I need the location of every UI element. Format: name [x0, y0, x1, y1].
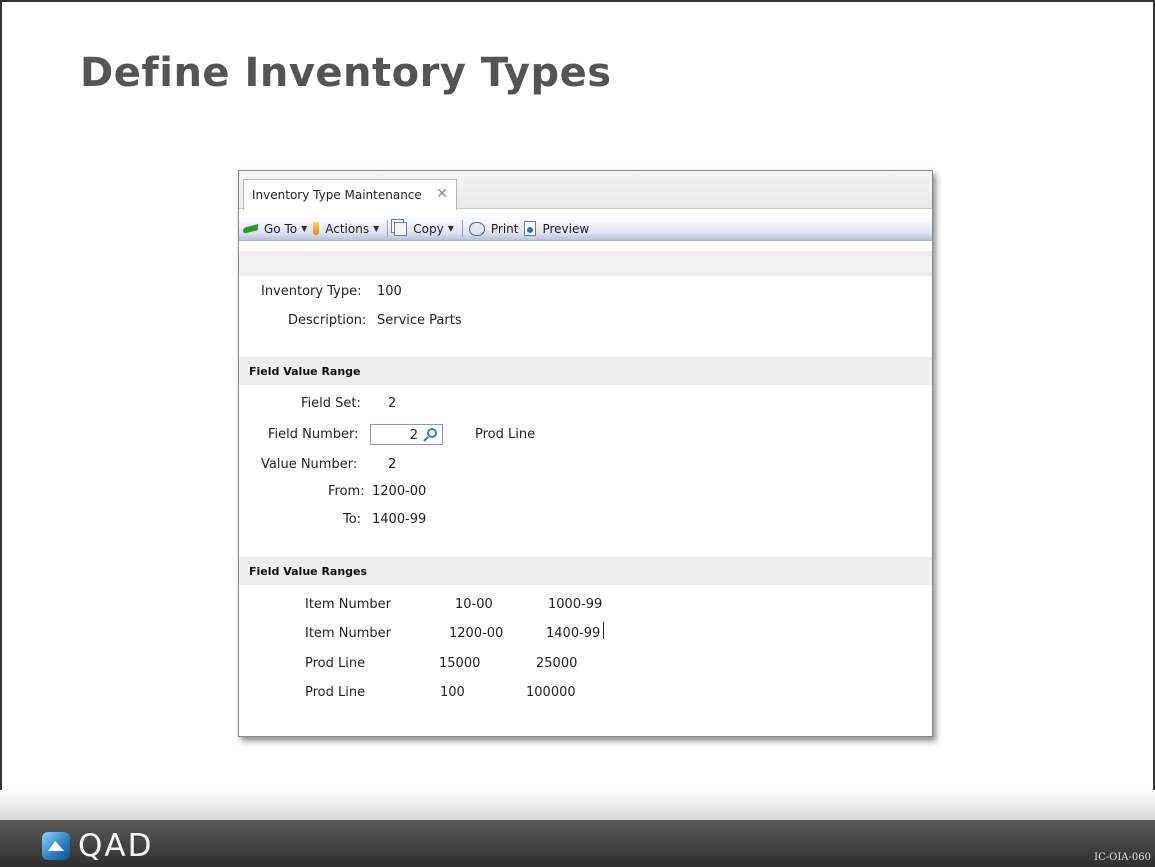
slide-title: Define Inventory Types — [80, 50, 612, 96]
field-number-label: Field Number: — [268, 427, 359, 442]
range-field-cell: Item Number — [305, 626, 391, 641]
range-from-cell: 15000 — [439, 656, 481, 671]
preview-label: Preview — [542, 221, 590, 236]
text-caret — [603, 622, 604, 639]
range-to-cell: 25000 — [536, 656, 578, 671]
copy-label: Copy — [413, 221, 444, 236]
to-label: To: — [343, 512, 362, 527]
value-number-value[interactable]: 2 — [388, 457, 396, 472]
toolbar-divider — [387, 220, 389, 237]
inventory-type-label: Inventory Type: — [261, 284, 362, 299]
goto-label: Go To — [264, 221, 298, 236]
field-value-range-header: Field Value Range — [239, 357, 932, 385]
inventory-type-value[interactable]: 100 — [377, 284, 402, 299]
range-to-cell: 1400-99 — [546, 626, 601, 641]
footer-bar — [0, 820, 1155, 867]
range-to-cell: 100000 — [526, 685, 576, 700]
to-value[interactable]: 1400-99 — [372, 512, 426, 527]
form-header-band — [239, 251, 932, 276]
chevron-down-icon: ▼ — [301, 224, 308, 233]
copy-icon — [394, 221, 408, 236]
field-value-ranges-header: Field Value Ranges — [239, 557, 932, 585]
range-to-cell: 1000-99 — [548, 597, 603, 612]
copy-button[interactable]: Copy ▼ — [394, 221, 454, 236]
actions-button[interactable]: Actions ▼ — [313, 222, 379, 236]
qad-logo-icon — [42, 832, 70, 860]
goto-button[interactable]: Go To ▼ — [243, 222, 307, 236]
chevron-down-icon: ▼ — [373, 224, 380, 233]
toolbar: Go To ▼ Actions ▼ Copy ▼ Print Preview — [239, 217, 932, 241]
qad-logo-text: QAD — [78, 828, 154, 864]
range-field-cell: Item Number — [305, 597, 391, 612]
print-label: Print — [490, 221, 519, 236]
goto-icon — [243, 223, 258, 234]
description-label: Description: — [288, 313, 367, 328]
range-field-cell: Prod Line — [305, 656, 366, 671]
range-field-cell: Prod Line — [305, 685, 366, 700]
field-name-value: Prod Line — [475, 427, 536, 442]
range-from-cell: 100 — [440, 685, 465, 700]
field-number-value: 2 — [409, 428, 418, 443]
from-value[interactable]: 1200-00 — [372, 484, 426, 499]
preview-button[interactable]: Preview — [524, 221, 589, 236]
printer-icon — [468, 221, 485, 236]
toolbar-divider — [461, 220, 463, 237]
range-from-cell: 10-00 — [455, 597, 493, 612]
field-number-input[interactable]: 2 — [370, 424, 443, 445]
actions-icon — [313, 222, 320, 235]
description-value[interactable]: Service Parts — [377, 313, 462, 328]
tab-label: Inventory Type Maintenance — [252, 188, 422, 202]
close-icon[interactable]: ✕ — [436, 186, 448, 202]
field-set-value[interactable]: 2 — [388, 396, 396, 411]
range-from-cell: 1200-00 — [449, 626, 504, 641]
from-label: From: — [328, 484, 365, 499]
chevron-down-icon: ▼ — [447, 224, 454, 233]
preview-icon — [524, 221, 537, 236]
value-number-label: Value Number: — [261, 457, 358, 472]
footer-fade — [0, 790, 1155, 820]
actions-label: Actions — [325, 221, 370, 236]
search-icon[interactable] — [427, 428, 437, 438]
inventory-type-maintenance-window: Inventory Type Maintenance ✕ Go To ▼ Act… — [238, 170, 933, 737]
print-button[interactable]: Print — [468, 221, 519, 236]
field-set-label: Field Set: — [301, 396, 361, 411]
slide-code: IC-OIA-060 — [1094, 852, 1151, 863]
tab-inventory-type-maintenance[interactable]: Inventory Type Maintenance ✕ — [243, 179, 457, 210]
tab-strip: Inventory Type Maintenance ✕ — [239, 171, 932, 210]
